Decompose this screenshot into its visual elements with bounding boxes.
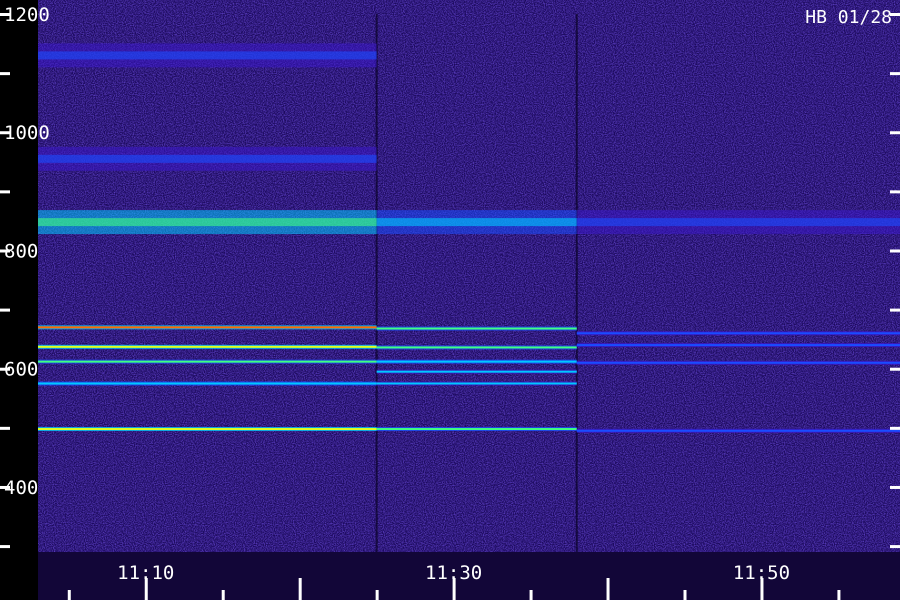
y-major-tick-right xyxy=(890,131,900,135)
tone-line xyxy=(376,382,577,385)
y-minor-tick-right xyxy=(890,190,900,194)
tone-line xyxy=(38,382,377,385)
tone-line xyxy=(376,327,577,330)
x-major-tick xyxy=(760,578,764,600)
x-major-tick xyxy=(298,578,302,600)
y-minor-tick-right xyxy=(890,72,900,76)
tone-line xyxy=(376,428,577,431)
tone-line xyxy=(38,345,377,348)
spectral-band-core xyxy=(576,218,900,227)
station-stamp: HB 01/28 xyxy=(805,7,892,28)
y-tick-label: 1000 xyxy=(4,122,50,144)
x-minor-tick xyxy=(837,590,841,600)
y-minor-tick xyxy=(0,190,10,194)
y-minor-tick xyxy=(0,426,10,430)
tone-line xyxy=(376,370,577,373)
y-minor-tick-right xyxy=(890,545,900,549)
x-major-tick xyxy=(144,578,148,600)
y-major-tick-right xyxy=(890,249,900,253)
tone-line xyxy=(576,332,900,335)
x-minor-tick xyxy=(683,590,687,600)
x-minor-tick xyxy=(529,590,533,600)
tone-line xyxy=(576,429,900,432)
y-major-tick xyxy=(0,13,10,16)
spectrogram-chart: 40060080010001200 11:10 11:30 11:50 HB 01/… xyxy=(0,0,900,600)
y-major-tick xyxy=(0,131,10,135)
tone-line xyxy=(38,428,377,431)
y-minor-tick-right xyxy=(890,426,900,430)
y-major-tick-right xyxy=(890,485,900,489)
spectral-band-core xyxy=(38,51,377,60)
tone-line xyxy=(376,360,577,363)
x-minor-tick xyxy=(221,590,225,600)
y-major-tick xyxy=(0,249,10,253)
x-minor-tick xyxy=(375,590,379,600)
tone-line xyxy=(376,346,577,349)
y-minor-tick xyxy=(0,545,10,549)
x-major-tick xyxy=(452,578,456,600)
spectral-band-core xyxy=(38,154,377,163)
segment-break xyxy=(575,14,578,552)
y-tick-label: 1200 xyxy=(4,4,50,26)
y-minor-tick xyxy=(0,308,10,312)
tone-line xyxy=(38,360,377,363)
plot-area xyxy=(38,0,900,600)
y-major-tick xyxy=(0,367,10,371)
x-major-tick xyxy=(606,578,610,600)
y-major-tick xyxy=(0,485,10,489)
y-minor-tick xyxy=(0,72,10,76)
spectral-band-core xyxy=(376,218,577,227)
tone-line xyxy=(576,344,900,347)
y-major-tick-right xyxy=(890,367,900,371)
tone-line xyxy=(576,361,900,364)
y-minor-tick-right xyxy=(890,308,900,312)
tone-line xyxy=(38,326,377,329)
x-minor-tick xyxy=(67,590,71,600)
segment-break xyxy=(375,14,378,552)
noise-texture xyxy=(38,0,900,600)
spectral-band-core xyxy=(38,218,377,227)
